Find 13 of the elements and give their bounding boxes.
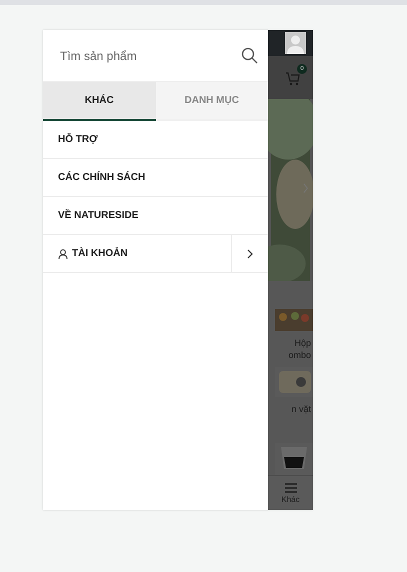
menu-item[interactable]: VỀ NATURESIDE <box>43 197 268 234</box>
user-icon <box>58 248 68 258</box>
menu-item[interactable]: TÀI KHOẢN <box>43 235 231 272</box>
tab[interactable]: KHÁC <box>43 82 156 121</box>
search-field[interactable]: Tìm sản phẩm <box>58 48 232 64</box>
menu-icon <box>284 482 296 493</box>
avatar-icon[interactable] <box>285 32 306 54</box>
chevron-icon <box>247 248 253 258</box>
search-icon[interactable] <box>241 47 258 64</box>
product-name: Hộp ombo <box>287 337 312 362</box>
product-name: n vặt <box>290 403 312 416</box>
menu-item[interactable]: CÁC CHÍNH SÁCH <box>43 159 268 196</box>
menu-item[interactable]: HỖ TRỢ <box>43 121 268 158</box>
